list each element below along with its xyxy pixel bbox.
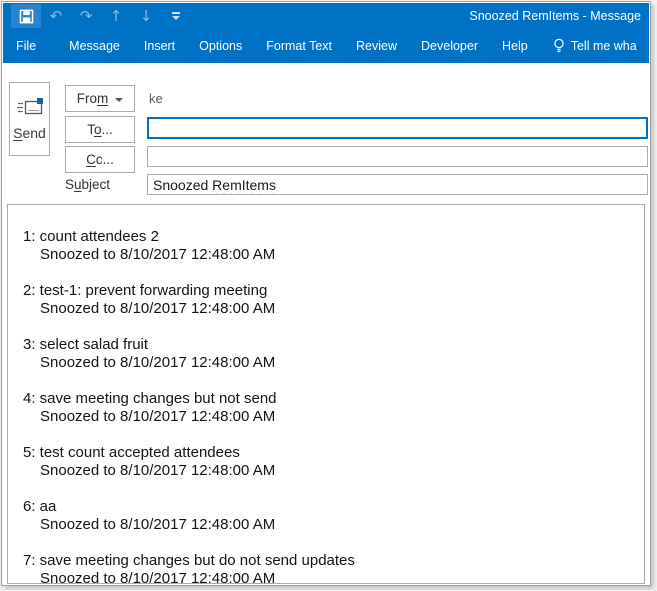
item-snooze-time: Snoozed to 8/10/2017 12:48:00 AM xyxy=(40,354,276,371)
window-header: ↶ ↷ ↑ ↓ Snoozed RemItems - Message File M… xyxy=(3,3,649,63)
misspelled-word: RemItems xyxy=(212,177,276,193)
tab-file[interactable]: File xyxy=(16,39,36,53)
tab-developer[interactable]: Developer xyxy=(421,39,478,53)
save-icon[interactable] xyxy=(11,4,41,28)
from-button[interactable]: From xyxy=(65,85,135,112)
snoozed-item: 3: select salad fruit Snoozed to 8/10/201… xyxy=(23,336,634,372)
item-snooze-time: Snoozed to 8/10/2017 12:48:00 AM xyxy=(40,408,276,425)
titlebar: ↶ ↷ ↑ ↓ Snoozed RemItems - Message xyxy=(3,3,649,29)
tab-options[interactable]: Options xyxy=(199,39,242,53)
item-title: 3: select salad fruit xyxy=(23,336,149,353)
snoozed-item: 6: aa Snoozed to 8/10/2017 12:48:00 AM xyxy=(23,498,634,534)
ribbon-tab-list: File Message Insert Options Format Text Revie… xyxy=(16,39,528,53)
item-snooze-time: Snoozed to 8/10/2017 12:48:00 AM xyxy=(40,300,276,317)
subject-input[interactable]: Snoozed RemItems xyxy=(147,174,648,195)
move-down-icon[interactable]: ↓ xyxy=(131,4,161,28)
item-title: 4: save meeting changes but not send xyxy=(23,390,277,407)
send-envelope-icon xyxy=(16,98,43,115)
to-button-label: To... xyxy=(87,122,113,137)
snoozed-item: 4: save meeting changes but not send Snoo… xyxy=(23,390,634,426)
ribbon-tabs-row: File Message Insert Options Format Text Revie… xyxy=(3,29,649,63)
tell-me-label: Tell me wha xyxy=(570,39,637,53)
to-button[interactable]: To... xyxy=(65,116,135,143)
tab-help[interactable]: Help xyxy=(502,39,528,53)
item-snooze-time: Snoozed to 8/10/2017 12:48:00 AM xyxy=(40,246,276,263)
item-snooze-time: Snoozed to 8/10/2017 12:48:00 AM xyxy=(40,570,276,584)
item-title: 2: test-1: prevent forwarding meeting xyxy=(23,282,268,299)
item-snooze-time: Snoozed to 8/10/2017 12:48:00 AM xyxy=(40,462,276,479)
tab-format-text[interactable]: Format Text xyxy=(266,39,332,53)
cc-input[interactable] xyxy=(147,146,648,167)
tab-insert[interactable]: Insert xyxy=(144,39,175,53)
outlook-message-window: ↶ ↷ ↑ ↓ Snoozed RemItems - Message File M… xyxy=(1,1,651,586)
snoozed-item: 2: test-1: prevent forwarding meeting Sno… xyxy=(23,282,634,318)
from-account-value: ke xyxy=(149,91,163,106)
item-title: 1: count attendees 2 xyxy=(23,228,159,245)
to-input[interactable] xyxy=(147,117,648,139)
cc-button-label: Cc... xyxy=(86,152,114,167)
snoozed-item: 1: count attendees 2 Snoozed to 8/10/2017… xyxy=(23,228,634,264)
lightbulb-icon xyxy=(554,38,564,53)
send-button[interactable]: Send xyxy=(9,82,50,156)
customize-quick-access-toolbar-icon[interactable] xyxy=(161,4,191,28)
item-snooze-time: Snoozed to 8/10/2017 12:48:00 AM xyxy=(40,516,276,533)
quick-access-toolbar: ↶ ↷ ↑ ↓ xyxy=(11,3,191,29)
redo-icon[interactable]: ↷ xyxy=(71,4,101,28)
move-up-icon[interactable]: ↑ xyxy=(101,4,131,28)
item-title: 5: test count accepted attendees xyxy=(23,444,240,461)
snoozed-item: 5: test count accepted attendees Snoozed … xyxy=(23,444,634,480)
cc-button[interactable]: Cc... xyxy=(65,146,135,173)
from-button-label: From xyxy=(76,91,109,106)
message-body[interactable]: 1: count attendees 2 Snoozed to 8/10/2017… xyxy=(7,204,645,584)
send-button-label: Send xyxy=(13,125,46,141)
tell-me-box[interactable]: Tell me wha xyxy=(553,38,637,54)
tab-message[interactable]: Message xyxy=(69,39,120,53)
chevron-down-icon xyxy=(115,97,124,102)
snoozed-item: 7: save meeting changes but do not send … xyxy=(23,552,634,584)
item-title: 7: save meeting changes but do not send … xyxy=(23,552,355,569)
tab-review[interactable]: Review xyxy=(356,39,397,53)
undo-icon[interactable]: ↶ xyxy=(41,4,71,28)
item-title: 6: aa xyxy=(23,498,57,515)
subject-label: Subject xyxy=(65,177,111,192)
window-title: Snoozed RemItems - Message xyxy=(469,9,641,23)
